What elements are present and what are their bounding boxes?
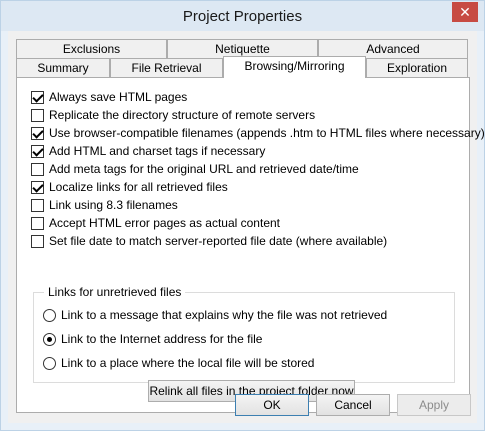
option-localize-links[interactable]: Localize links for all retrieved files: [31, 179, 228, 195]
radio-link-to-local-place[interactable]: Link to a place where the local file wil…: [43, 355, 314, 371]
option-label: Localize links for all retrieved files: [49, 180, 228, 194]
option-replicate-directory[interactable]: Replicate the directory structure of rem…: [31, 107, 315, 123]
option-accept-html-error-pages[interactable]: Accept HTML error pages as actual conten…: [31, 215, 280, 231]
option-label: Link using 8.3 filenames: [49, 198, 178, 212]
radio-button[interactable]: [43, 356, 56, 370]
radio-button[interactable]: [43, 332, 56, 346]
checkbox[interactable]: [31, 180, 44, 194]
tab-file-retrieval[interactable]: File Retrieval: [110, 58, 223, 77]
apply-button[interactable]: Apply: [397, 394, 471, 416]
radio-label: Link to a message that explains why the …: [61, 308, 388, 322]
tab-summary[interactable]: Summary: [16, 58, 110, 77]
radio-link-to-message[interactable]: Link to a message that explains why the …: [43, 307, 387, 323]
checkbox[interactable]: [31, 126, 44, 140]
checkbox[interactable]: [31, 216, 44, 230]
checkbox[interactable]: [31, 90, 44, 104]
close-button[interactable]: ✕: [452, 2, 478, 22]
option-always-save-html[interactable]: Always save HTML pages: [31, 89, 187, 105]
checkbox[interactable]: [31, 234, 44, 248]
tab-browsing-mirroring[interactable]: Browsing/Mirroring: [223, 56, 366, 78]
tab-exclusions[interactable]: Exclusions: [16, 39, 167, 58]
radio-button[interactable]: [43, 308, 56, 322]
project-properties-window: Project Properties ✕ Exclusions Netiquet…: [0, 0, 485, 431]
title-bar[interactable]: Project Properties ✕: [1, 1, 484, 31]
option-label: Accept HTML error pages as actual conten…: [49, 216, 280, 230]
option-label: Add HTML and charset tags if necessary: [49, 144, 266, 158]
radio-label: Link to a place where the local file wil…: [61, 356, 315, 370]
group-legend: Links for unretrieved files: [44, 285, 186, 299]
browsing-mirroring-panel: Always save HTML pages Replicate the dir…: [16, 77, 485, 413]
option-add-meta-tags[interactable]: Add meta tags for the original URL and r…: [31, 161, 359, 177]
close-icon: ✕: [459, 4, 471, 20]
cancel-button[interactable]: Cancel: [316, 394, 390, 416]
option-label: Add meta tags for the original URL and r…: [49, 162, 359, 176]
checkbox[interactable]: [31, 144, 44, 158]
radio-label: Link to the Internet address for the fil…: [61, 332, 263, 346]
option-label: Always save HTML pages: [49, 90, 188, 104]
option-add-html-charset-tags[interactable]: Add HTML and charset tags if necessary: [31, 143, 265, 159]
radio-link-to-internet-address[interactable]: Link to the Internet address for the fil…: [43, 331, 262, 347]
window-title: Project Properties: [182, 8, 303, 25]
option-browser-compatible-filenames[interactable]: Use browser-compatible filenames (append…: [31, 125, 485, 141]
ok-button[interactable]: OK: [235, 394, 309, 416]
checkbox[interactable]: [31, 198, 44, 212]
dialog-client-area: Exclusions Netiquette Advanced Summary F…: [8, 31, 485, 423]
option-link-8-3-filenames[interactable]: Link using 8.3 filenames: [31, 197, 178, 213]
tab-exploration[interactable]: Exploration: [366, 58, 468, 77]
checkbox[interactable]: [31, 108, 44, 122]
option-label: Replicate the directory structure of rem…: [49, 108, 316, 122]
option-label: Set file date to match server-reported f…: [49, 234, 388, 248]
unretrieved-links-group: Links for unretrieved files Link to a me…: [33, 285, 455, 383]
option-set-file-date[interactable]: Set file date to match server-reported f…: [31, 233, 387, 249]
option-label: Use browser-compatible filenames (append…: [49, 126, 485, 140]
checkbox[interactable]: [31, 162, 44, 176]
